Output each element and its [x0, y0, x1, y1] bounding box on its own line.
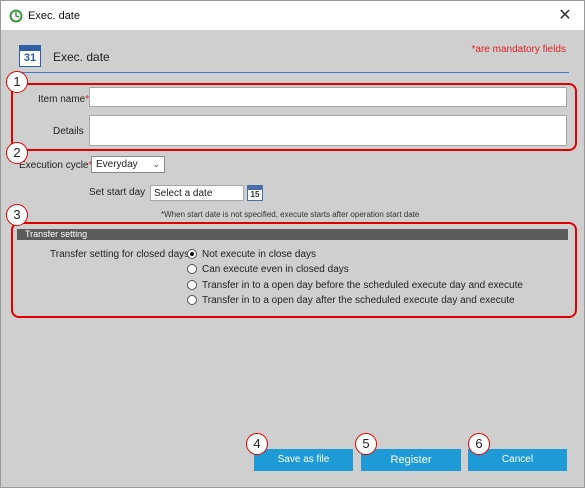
radio-transfer-before[interactable]: Transfer in to a open day before the sch…: [187, 278, 523, 292]
item-name-input[interactable]: [89, 87, 567, 107]
radio-label: Transfer in to a open day after the sche…: [202, 294, 515, 306]
callout-3: 3: [6, 204, 28, 226]
close-icon[interactable]: ✕: [554, 5, 576, 27]
radio-label: Can execute even in closed days: [202, 263, 349, 275]
page-title: Exec. date: [53, 50, 110, 64]
radio-icon: [187, 295, 197, 305]
start-date-note: *When start date is not specified, execu…: [161, 210, 420, 219]
radio-label: Not execute in close days: [202, 248, 316, 260]
callout-1: 1: [6, 71, 28, 93]
details-input[interactable]: [89, 115, 567, 146]
details-label: Details: [53, 126, 84, 137]
callout-4: 4: [246, 433, 268, 455]
start-day-input[interactable]: Select a date: [150, 185, 244, 201]
calendar-picker-icon[interactable]: 15: [247, 185, 263, 201]
radio-selected-icon: [187, 249, 197, 259]
window-title: Exec. date: [28, 10, 80, 22]
transfer-setting-header: Transfer setting: [17, 229, 568, 240]
radio-label: Transfer in to a open day before the sch…: [202, 279, 523, 291]
radio-icon: [187, 280, 197, 290]
callout-6: 6: [468, 433, 490, 455]
execution-cycle-value: Everyday: [96, 159, 138, 170]
item-name-label: Item name*: [38, 94, 90, 105]
radio-not-execute[interactable]: Not execute in close days: [187, 247, 316, 261]
title-bar: Exec. date ✕: [1, 1, 584, 31]
callout-5: 5: [355, 433, 377, 455]
execution-cycle-select[interactable]: Everyday ⌄: [91, 156, 165, 173]
radio-transfer-after[interactable]: Transfer in to a open day after the sche…: [187, 293, 515, 307]
calendar-picker-icon-number: 15: [250, 190, 260, 199]
calendar-header-icon-number: 31: [23, 52, 37, 64]
transfer-setting-label: Transfer setting for closed days: [50, 249, 190, 260]
chevron-down-icon: ⌄: [152, 159, 160, 169]
radio-icon: [187, 264, 197, 274]
calendar-header-icon: 31: [19, 45, 41, 67]
execution-cycle-label: Execution cycle*: [19, 160, 92, 171]
save-as-file-button[interactable]: Save as file: [254, 449, 353, 471]
mandatory-fields-note: *are mandatory fields: [471, 44, 567, 55]
register-button[interactable]: Register: [361, 449, 461, 471]
callout-2: 2: [6, 142, 28, 164]
exec-date-dialog: Exec. date ✕ 31 Exec. date *are mandator…: [0, 0, 585, 488]
app-icon: [9, 9, 23, 23]
set-start-day-label: Set start day: [89, 187, 146, 198]
radio-execute-closed-days[interactable]: Can execute even in closed days: [187, 262, 349, 276]
header-divider: [17, 72, 569, 73]
